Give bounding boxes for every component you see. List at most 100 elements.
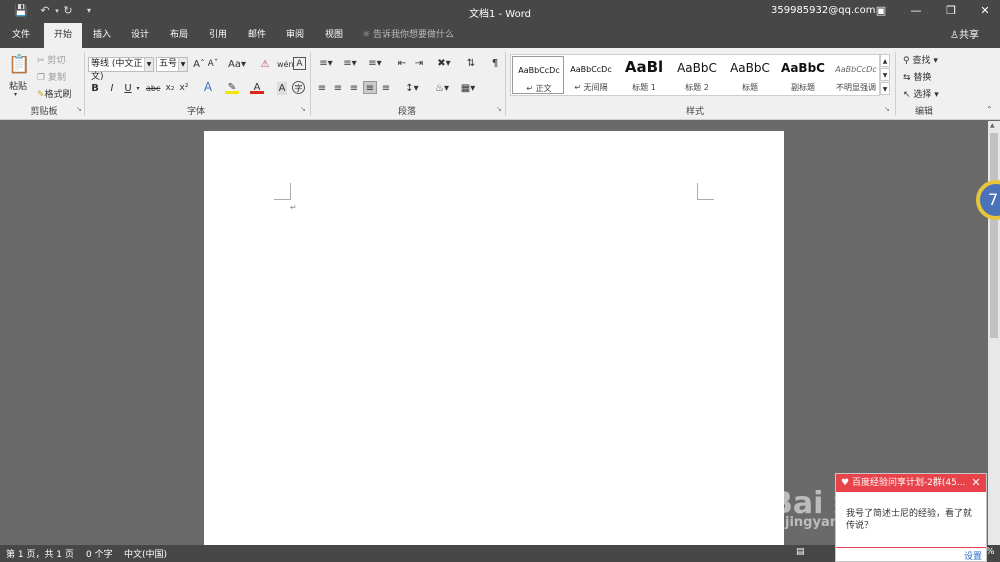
word-count[interactable]: 0 个字 [86, 547, 113, 560]
tab-home[interactable]: 开始 [44, 23, 82, 48]
tab-layout[interactable]: 布局 [163, 23, 195, 48]
underline-icon[interactable]: U [123, 82, 133, 95]
borders-icon[interactable]: ▦▾ [458, 82, 478, 95]
share-label: 共享 [958, 30, 979, 41]
editing-group-label: 编辑 [914, 107, 933, 117]
paste-button[interactable]: 粘贴 [9, 79, 27, 92]
notification-popup[interactable]: ♥ 百度经验问享计划-2群(45... ✕ 我号了简述士尼的经验，看了就传说？ … [835, 473, 987, 562]
font-name-select[interactable]: 等线 (中文正文) ▼ [88, 57, 154, 82]
tab-file[interactable]: 文件 [4, 23, 38, 48]
scroll-thumb[interactable] [990, 133, 998, 338]
restore-button[interactable]: ❐ [940, 2, 962, 20]
style-normal[interactable]: AaBbCcDc ↵ 正文 [512, 56, 564, 94]
font-color-icon[interactable]: A [250, 81, 264, 94]
character-border-icon[interactable]: A [293, 57, 306, 70]
clipboard-launcher-icon[interactable]: ↘ [76, 105, 82, 113]
tab-design[interactable]: 设计 [124, 23, 156, 48]
tab-insert[interactable]: 插入 [86, 23, 118, 48]
style-heading-1[interactable]: AaBl 标题 1 [618, 56, 670, 94]
shading-icon[interactable]: ♨▾ [432, 82, 452, 95]
styles-scroll-down-icon[interactable]: ▼ [880, 68, 890, 81]
account-email[interactable]: 359985932@qq.com [771, 5, 876, 16]
style-subtitle[interactable]: AaBbC 副标题 [777, 56, 829, 94]
select-button[interactable]: ↖ 选择 ▾ [903, 87, 939, 100]
find-button[interactable]: ⚲ 查找 ▾ [903, 53, 938, 66]
align-left-icon[interactable]: ≡ [316, 82, 328, 95]
cut-button[interactable]: ✂ 剪切 [37, 53, 65, 66]
ribbon-display-icon[interactable]: ▣ [870, 2, 892, 20]
language-indicator[interactable]: 中文(中国) [124, 547, 167, 560]
ribbon-home: 📋 粘贴 ▾ ✂ 剪切 ❐ 复制 ✎格式刷 剪贴板 ↘ 等线 (中文正文) ▼ 五… [0, 48, 1000, 120]
separator [310, 52, 311, 116]
popup-settings-link[interactable]: 设置 [964, 549, 982, 562]
page-count[interactable]: 第 1 页，共 1 页 [6, 547, 74, 560]
replace-button[interactable]: ⇆ 替换 [903, 70, 931, 83]
sort-icon[interactable]: ⇅ [464, 57, 478, 70]
chinese-layout-icon[interactable]: ✖▾ [434, 57, 454, 70]
zoom-level[interactable]: % [986, 547, 995, 557]
character-shading-icon[interactable]: A [277, 82, 287, 95]
minimize-button[interactable]: — [905, 2, 927, 20]
styles-more-icon[interactable]: ▼ [880, 82, 890, 95]
show-marks-icon[interactable]: ¶ [488, 57, 502, 70]
align-right-icon[interactable]: ≡ [348, 82, 360, 95]
strikethrough-icon[interactable]: abc [146, 82, 160, 95]
text-effects-icon[interactable]: A [201, 81, 215, 94]
superscript-icon[interactable]: x² [178, 82, 190, 95]
read-mode-icon[interactable]: ▤ [796, 547, 805, 557]
align-center-icon[interactable]: ≡ [332, 82, 344, 95]
style-subtle-emphasis[interactable]: AaBbCcDc 不明显强调 [830, 56, 882, 94]
change-case-button[interactable]: Aa▾ [228, 58, 246, 71]
styles-gallery: AaBbCcDc ↵ 正文 AaBbCcDc ↵ 无间隔 AaBl 标题 1 A… [510, 54, 880, 96]
styles-launcher-icon[interactable]: ↘ [884, 105, 890, 113]
decrease-indent-icon[interactable]: ⇤ [395, 57, 409, 70]
numbering-icon[interactable]: ≡▾ [340, 57, 360, 70]
scroll-up-icon[interactable]: ▲ [990, 122, 995, 129]
bold-icon[interactable]: B [90, 82, 100, 95]
bullets-icon[interactable]: ≡▾ [316, 57, 336, 70]
grow-font-icon[interactable]: Aˆ [193, 58, 205, 71]
styles-scroll-up-icon[interactable]: ▲ [880, 54, 890, 67]
separator [895, 52, 896, 116]
collapse-ribbon-icon[interactable]: ⌃ [986, 105, 993, 114]
copy-button[interactable]: ❐ 复制 [37, 70, 66, 83]
style-no-spacing[interactable]: AaBbCcDc ↵ 无间隔 [565, 56, 617, 94]
clear-format-icon[interactable]: ⚠ [259, 58, 271, 71]
increase-indent-icon[interactable]: ⇥ [412, 57, 426, 70]
tab-references[interactable]: 引用 [202, 23, 234, 48]
paragraph-launcher-icon[interactable]: ↘ [496, 105, 502, 113]
lightbulb-icon: ☼ [362, 30, 373, 40]
tab-view[interactable]: 视图 [318, 23, 350, 48]
style-heading-2[interactable]: AaBbC 标题 2 [671, 56, 723, 94]
underline-dropdown-icon[interactable]: ▾ [134, 82, 142, 95]
phonetic-guide-icon[interactable]: wén [277, 58, 294, 71]
italic-icon[interactable]: I [107, 82, 117, 95]
tab-review[interactable]: 审阅 [279, 23, 311, 48]
margin-mark-left [274, 183, 291, 200]
subscript-icon[interactable]: x₂ [164, 82, 176, 95]
separator [505, 52, 506, 116]
heart-icon: ♥ [841, 478, 852, 488]
separator [84, 52, 85, 116]
justify-icon[interactable]: ≡ [363, 81, 377, 94]
multilevel-list-icon[interactable]: ≡▾ [364, 57, 386, 70]
font-size-select[interactable]: 五号 ▼ [156, 57, 188, 72]
popup-message[interactable]: 我号了简述士尼的经验，看了就传说？ [846, 508, 976, 532]
enclose-characters-icon[interactable]: 字 [292, 81, 305, 94]
tab-mailings[interactable]: 邮件 [241, 23, 273, 48]
style-title[interactable]: AaBbC 标题 [724, 56, 776, 94]
popup-close-icon[interactable]: ✕ [970, 474, 982, 492]
document-page[interactable]: ↵ [204, 131, 784, 551]
tell-me-box[interactable]: ☼ 告诉我你想要做什么 [362, 23, 454, 48]
paste-dropdown-icon[interactable]: ▾ [14, 91, 17, 98]
font-launcher-icon[interactable]: ↘ [300, 105, 306, 113]
format-painter-button[interactable]: ✎格式刷 [37, 87, 72, 100]
close-button[interactable]: ✕ [974, 2, 996, 20]
highlight-icon[interactable]: ✎ [225, 81, 239, 94]
paste-icon[interactable]: 📋 [8, 54, 30, 76]
shrink-font-icon[interactable]: Aˇ [207, 58, 219, 71]
scissors-icon: ✂ [37, 56, 48, 66]
share-button[interactable]: ♙共享 [950, 23, 979, 48]
line-spacing-icon[interactable]: ↕▾ [402, 82, 422, 95]
distributed-icon[interactable]: ≡ [380, 82, 392, 95]
